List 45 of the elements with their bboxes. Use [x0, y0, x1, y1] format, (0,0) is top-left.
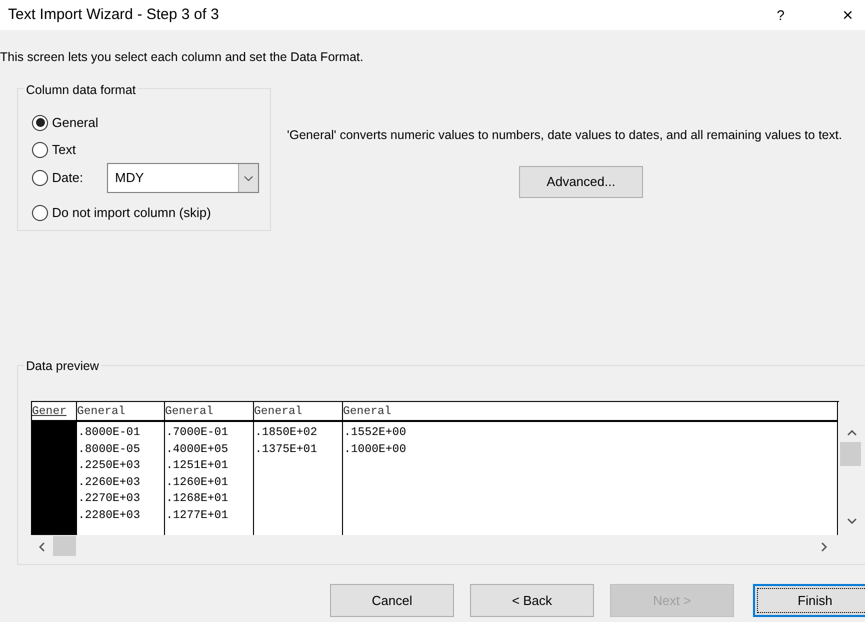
table-cell-text: .1260E+01: [165, 474, 230, 490]
column-header[interactable]: General: [77, 402, 164, 422]
table-cell-text: .2280E+03: [77, 508, 142, 524]
table-cell-text: .2260E+03: [77, 474, 142, 490]
radio-button[interactable]: [32, 170, 48, 186]
table-cell-text: .1268E+01: [165, 491, 230, 507]
table-cell-text: .1552E+00: [343, 425, 408, 441]
radio-button[interactable]: [32, 204, 48, 221]
table-cell-text: .1277E+01: [165, 508, 230, 524]
column-header[interactable]: General: [254, 402, 342, 422]
radio-label: Date:: [52, 169, 84, 187]
radio-label: Text: [52, 141, 76, 159]
radio-label: Do not import column (skip): [52, 204, 211, 222]
dialog-button[interactable]: < Back: [470, 584, 594, 617]
advanced-button[interactable]: Advanced...: [519, 166, 643, 198]
close-button[interactable]: ×: [842, 6, 853, 24]
table-cell-text: .8000E-05: [77, 442, 142, 458]
column-header[interactable]: General: [165, 402, 253, 422]
dialog-button[interactable]: Finish: [753, 584, 865, 617]
window-title: Text Import Wizard - Step 3 of 3: [8, 4, 219, 25]
scrollbar-thumb[interactable]: [840, 442, 861, 466]
scroll-down-icon[interactable]: [847, 518, 857, 524]
table-cell-text: .8000E-01: [77, 425, 142, 441]
radio-button[interactable]: [32, 142, 48, 158]
chevron-down-icon: [244, 176, 253, 180]
scroll-left-icon[interactable]: [39, 542, 45, 552]
date-order-dropdown[interactable]: MDY: [107, 163, 259, 193]
table-cell-text: .1850E+02: [254, 425, 318, 441]
help-button[interactable]: ?: [776, 4, 784, 26]
table-cell-text: .7000E-01: [165, 425, 230, 441]
scroll-up-icon[interactable]: [847, 430, 857, 436]
table-cell-text: .1251E+01: [165, 458, 230, 474]
table-cell-text: .2250E+03: [77, 458, 142, 474]
scroll-right-icon[interactable]: [821, 542, 827, 552]
radio-button[interactable]: [32, 114, 48, 131]
table-cell-text: .1000E+00: [343, 442, 408, 458]
scrollbar-thumb[interactable]: [53, 536, 76, 556]
table-cell-text: .4000E+05: [165, 442, 230, 458]
radio-label: General: [52, 114, 98, 132]
table-cell-text: .1375E+01: [254, 442, 318, 458]
format-description: 'General' converts numeric values to numbers, date values to dates, and all remaining values to text.: [287, 127, 844, 144]
column-header[interactable]: General: [343, 402, 837, 422]
intro-text: This screen lets you select each column and set the Data Format.: [0, 49, 364, 66]
table-cell-text: .2270E+03: [77, 491, 142, 507]
dialog-button[interactable]: Cancel: [330, 584, 454, 617]
